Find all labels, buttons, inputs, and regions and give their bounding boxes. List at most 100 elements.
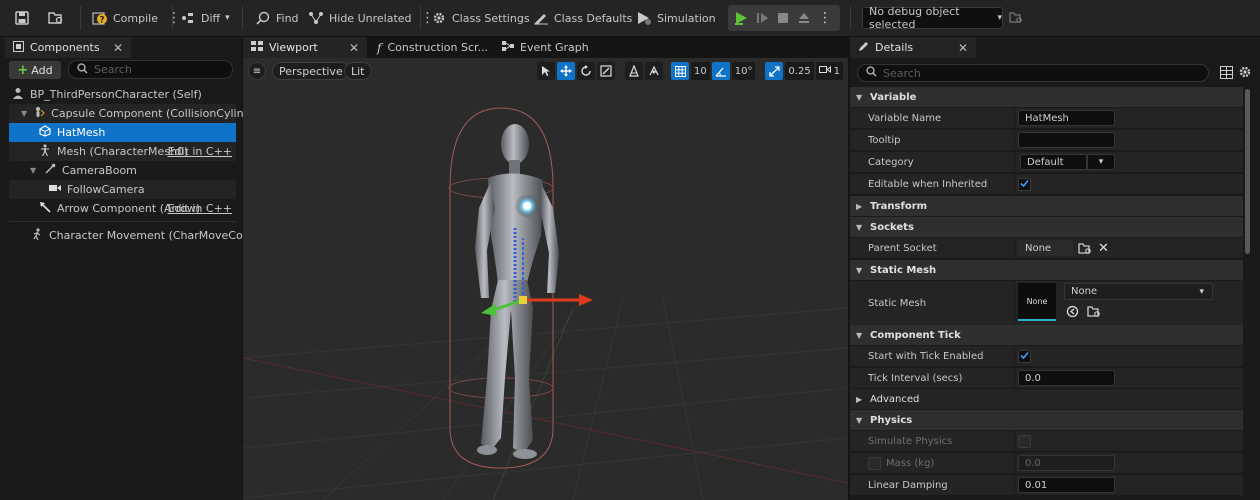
hide-unrelated-button[interactable]: Hide Unrelated ⋮	[308, 6, 435, 30]
linear-damping-value: 0.01	[1025, 479, 1048, 491]
lit-button[interactable]: Lit	[344, 62, 372, 80]
simulation-button[interactable]: Simulation	[636, 6, 716, 30]
expand-arrow-icon[interactable]: ▼	[21, 109, 27, 118]
rotation-snap-icon[interactable]	[711, 62, 730, 80]
compile-status-icon: ?	[92, 10, 108, 26]
svg-text:?: ?	[99, 16, 104, 26]
details-search-input[interactable]	[883, 66, 1183, 80]
viewport-options-button[interactable]: ≡	[248, 62, 266, 80]
linear-damping-input[interactable]: 0.01	[1018, 477, 1115, 493]
folder-search-icon[interactable]	[1087, 305, 1101, 321]
category-static-mesh[interactable]: ▼ Static Mesh	[850, 260, 1243, 280]
edit-in-cpp-link-arrow[interactable]: Edit in C++	[168, 202, 232, 215]
close-icon[interactable]: ✕	[958, 41, 968, 55]
compile-button[interactable]: ? Compile ⋮	[92, 6, 181, 30]
category-transform[interactable]: ▶ Transform	[850, 196, 1243, 216]
editable-inherited-checkbox[interactable]	[1018, 178, 1031, 191]
camera-speed-button[interactable]: 1	[815, 62, 844, 80]
start-tick-checkbox[interactable]	[1018, 350, 1031, 363]
eject-icon[interactable]	[796, 10, 812, 26]
tree-item-cameraboom[interactable]: ▼ CameraBoom	[9, 161, 236, 180]
select-mode-icon[interactable]	[537, 62, 555, 80]
tree-item-character-movement[interactable]: Character Movement (CharMoveComp)	[9, 226, 265, 245]
tree-item-label: HatMesh	[57, 126, 106, 139]
scale-snap-value[interactable]: 0.25	[785, 62, 814, 80]
tab-viewport[interactable]: Viewport ✕	[243, 37, 367, 58]
perspective-label: Perspective	[279, 64, 343, 78]
tree-item-followcamera[interactable]: FollowCamera	[9, 180, 236, 199]
surface-snap-icon[interactable]	[645, 62, 663, 80]
category-physics[interactable]: ▼ Physics	[850, 410, 1243, 430]
static-mesh-select[interactable]: None ▾	[1064, 283, 1213, 300]
debug-browse-button[interactable]	[1008, 6, 1024, 30]
tree-item-hatmesh[interactable]: HatMesh	[9, 123, 236, 142]
grid-size-value[interactable]: 10	[691, 62, 710, 80]
category-component-tick[interactable]: ▼ Component Tick	[850, 325, 1243, 345]
mass-override-checkbox[interactable]	[868, 457, 881, 470]
play-options-icon[interactable]: ⋮	[817, 10, 833, 26]
gear-icon[interactable]	[1238, 65, 1252, 82]
mass-input[interactable]: 0.0	[1018, 455, 1115, 471]
folder-search-icon[interactable]	[1078, 242, 1092, 258]
prop-label: Tick Interval (secs)	[868, 372, 963, 384]
category-variable[interactable]: ▼ Variable	[850, 87, 1243, 107]
scale-mode-icon[interactable]	[597, 62, 615, 80]
category-label: Transform	[870, 200, 928, 212]
find-button[interactable]: Find	[255, 6, 299, 30]
tree-item-mesh[interactable]: Mesh (CharacterMesh0) Edit in C++	[9, 142, 236, 161]
expand-arrow-icon[interactable]: ▼	[30, 166, 38, 175]
translate-mode-icon[interactable]	[557, 62, 575, 80]
tree-item-self[interactable]: BP_ThirdPersonCharacter (Self)	[9, 85, 236, 104]
details-tab[interactable]: Details ✕	[850, 37, 976, 58]
category-advanced[interactable]: ▶ Advanced	[850, 389, 1243, 409]
variable-name-value: HatMesh	[1025, 112, 1069, 124]
property-matrix-icon[interactable]	[1220, 66, 1233, 82]
add-component-button[interactable]: + Add	[9, 61, 61, 79]
components-search-input[interactable]	[94, 63, 224, 76]
close-icon[interactable]: ✕	[349, 41, 359, 55]
actor-icon	[12, 87, 24, 102]
step-icon[interactable]	[754, 10, 770, 26]
diff-button[interactable]: Diff ▾	[180, 6, 230, 30]
play-icon[interactable]	[733, 10, 749, 26]
edit-in-cpp-link-mesh[interactable]: Edit in C++	[168, 145, 232, 158]
simulate-physics-checkbox[interactable]	[1018, 435, 1031, 448]
tab-event-graph[interactable]: Event Graph	[494, 37, 597, 58]
class-settings-button[interactable]: Class Settings	[431, 6, 530, 30]
category-dropdown-button[interactable]: ▾	[1087, 154, 1115, 170]
clear-icon[interactable]: ✕	[1098, 241, 1109, 256]
debug-object-select[interactable]: No debug object selected ▾	[862, 5, 1003, 31]
viewport-canvas[interactable]: ≡ Perspective Lit 10 10° 0.25 1	[243, 58, 848, 500]
plus-icon: +	[17, 62, 29, 78]
variable-name-input[interactable]: HatMesh	[1018, 110, 1115, 126]
stop-icon[interactable]	[775, 10, 791, 26]
tick-interval-input[interactable]: 0.0	[1018, 370, 1115, 386]
perspective-button[interactable]: Perspective	[272, 62, 350, 80]
class-defaults-button[interactable]: Class Defaults	[533, 6, 632, 30]
browse-button[interactable]	[48, 6, 64, 30]
close-icon[interactable]: ✕	[113, 41, 123, 55]
tree-item-arrow[interactable]: Arrow Component (Arrow) Edit in C++	[9, 199, 236, 218]
components-tab[interactable]: Components ✕	[5, 37, 131, 58]
tab-construction-script[interactable]: f Construction Scr...	[369, 37, 496, 58]
collapse-arrow-icon: ▼	[856, 92, 863, 102]
use-selected-icon[interactable]	[1066, 305, 1079, 321]
rotate-mode-icon[interactable]	[577, 62, 595, 80]
tooltip-input[interactable]	[1018, 132, 1115, 148]
grid-snap-icon[interactable]	[671, 62, 689, 80]
tick-interval-value: 0.0	[1025, 372, 1041, 384]
category-input[interactable]: Default	[1020, 154, 1087, 170]
static-mesh-thumbnail[interactable]: None	[1018, 283, 1056, 321]
details-panel: Details ✕ ▼ Variable Variable Name HatMe…	[850, 37, 1260, 500]
rotation-snap-value[interactable]: 10°	[731, 62, 756, 80]
tree-item-capsule[interactable]: ▼ Capsule Component (CollisionCylinder)	[9, 104, 266, 123]
scale-snap-icon[interactable]	[765, 62, 784, 80]
tree-item-label: BP_ThirdPersonCharacter (Self)	[30, 88, 202, 101]
details-scrollbar[interactable]	[1245, 89, 1250, 254]
class-defaults-label: Class Defaults	[554, 11, 633, 25]
world-space-icon[interactable]	[625, 62, 643, 80]
category-label: Physics	[870, 414, 913, 426]
category-sockets[interactable]: ▼ Sockets	[850, 217, 1243, 237]
save-button[interactable]	[14, 6, 30, 30]
compile-options-icon[interactable]: ⋮	[167, 10, 181, 26]
